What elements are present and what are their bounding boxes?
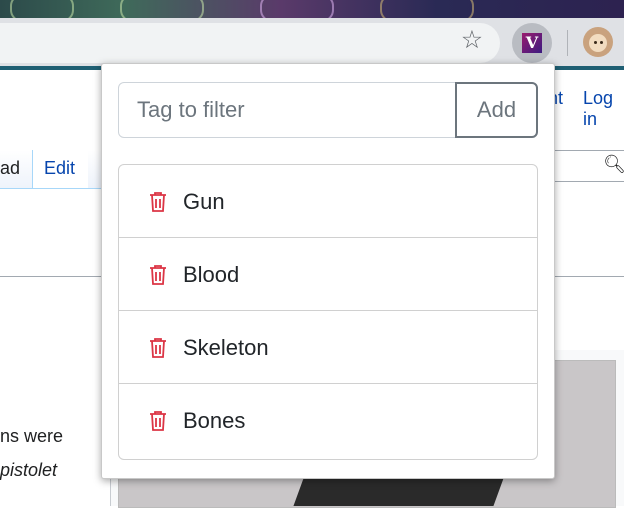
add-button[interactable]: Add: [455, 82, 538, 138]
list-item: Gun: [119, 165, 537, 238]
search-icon[interactable]: 🔍︎: [603, 154, 624, 175]
theme-doodle: [260, 0, 334, 18]
theme-doodle: [120, 0, 204, 18]
avatar-face: [589, 34, 607, 52]
tag-filter-popup: Add Gun Blood Skeleton: [101, 63, 555, 479]
body-text-line: ns were: [0, 426, 64, 446]
avatar-eye: [594, 41, 597, 44]
trash-icon[interactable]: [149, 264, 167, 286]
list-item: Blood: [119, 238, 537, 311]
browser-toolbar: ☆ V: [0, 18, 624, 68]
tag-filter-input[interactable]: [118, 82, 456, 138]
browser-tab-strip: [0, 0, 624, 18]
star-icon[interactable]: ☆: [458, 26, 486, 54]
toolbar-divider: [567, 30, 568, 56]
trash-icon[interactable]: [149, 191, 167, 213]
list-item: Skeleton: [119, 311, 537, 384]
tab-edit[interactable]: Edit: [32, 150, 88, 188]
header-link-login[interactable]: Log in: [583, 88, 624, 130]
list-item: Bones: [119, 384, 537, 457]
trash-icon[interactable]: [149, 410, 167, 432]
extension-logo: V: [522, 33, 542, 53]
avatar[interactable]: [583, 27, 613, 57]
tag-label: Bones: [183, 408, 246, 433]
tag-list: Gun Blood Skeleton Bones: [118, 164, 538, 460]
tag-label: Blood: [183, 262, 240, 287]
tab-read[interactable]: ad: [0, 158, 20, 179]
tab-edit-label: Edit: [44, 158, 76, 178]
body-text-line: pistolet: [0, 460, 58, 480]
theme-doodle: [380, 0, 474, 18]
tag-label: Gun: [183, 189, 225, 214]
theme-doodle: [10, 0, 74, 18]
filter-input-group: Add: [118, 82, 538, 140]
avatar-eye: [600, 41, 603, 44]
tag-label: Skeleton: [183, 335, 269, 360]
address-bar[interactable]: [0, 23, 500, 63]
trash-icon[interactable]: [149, 337, 167, 359]
tag-filter-extension-icon[interactable]: V: [512, 23, 552, 63]
